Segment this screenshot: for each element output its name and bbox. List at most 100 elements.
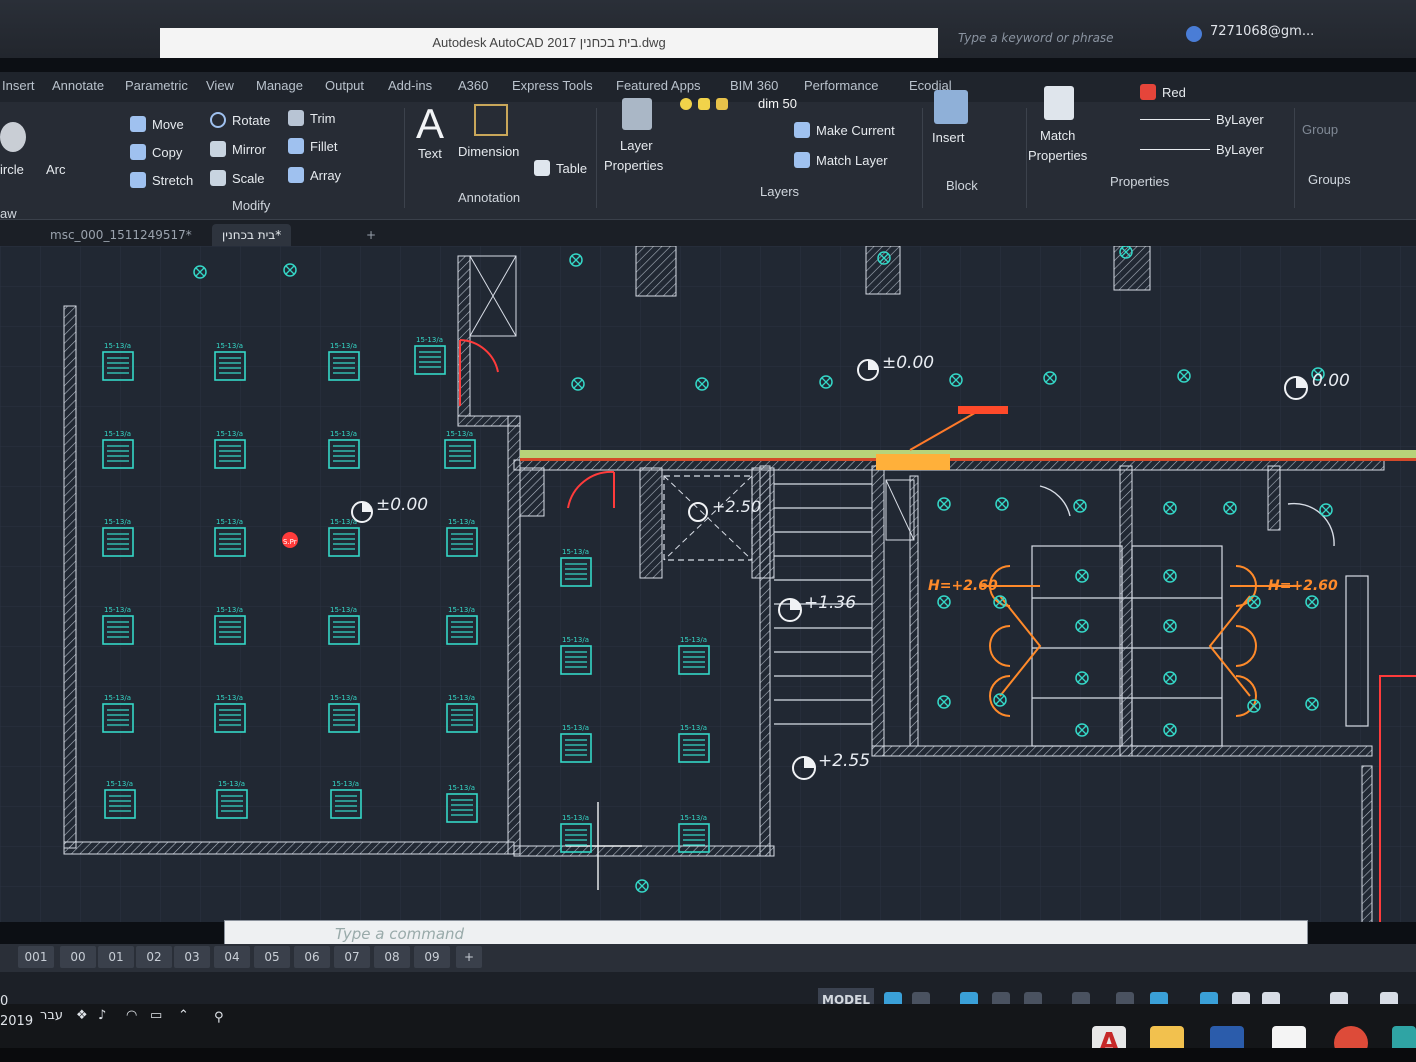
user-name[interactable]: 7271068@gm... xyxy=(1210,24,1314,39)
fixture-label: 15-13/a xyxy=(104,606,131,614)
fixture-label: 15-13/a xyxy=(330,518,357,526)
move-icon xyxy=(130,116,146,132)
floor-plan[interactable]: 15-13/a 15-13/a 15-13/a 15-13/a 15-13/a 15-13… xyxy=(0,246,1416,922)
tab-view[interactable]: View xyxy=(206,78,234,93)
layout-tab[interactable]: 03 xyxy=(174,946,210,968)
fillet-button[interactable]: Fillet xyxy=(288,138,337,154)
trim-button[interactable]: Trim xyxy=(288,110,336,126)
rotate-button[interactable]: Rotate xyxy=(210,112,270,128)
add-layout-button[interactable]: + xyxy=(456,946,482,968)
clock-time: 0 xyxy=(0,994,9,1009)
draw-panel-label[interactable]: aw xyxy=(0,206,17,221)
fixture-label: 15-13/a xyxy=(680,724,707,732)
insert-button[interactable]: Insert xyxy=(932,130,965,145)
layout-tab[interactable]: 07 xyxy=(334,946,370,968)
beam-marker xyxy=(876,454,950,470)
separator xyxy=(1294,108,1295,208)
layer-properties-label-2[interactable]: Properties xyxy=(604,158,663,173)
match-properties-label-2[interactable]: Properties xyxy=(1028,148,1087,163)
layout-tab[interactable]: 04 xyxy=(214,946,250,968)
tab-featured-apps[interactable]: Featured Apps xyxy=(616,78,701,93)
new-tab-button[interactable]: + xyxy=(356,224,386,246)
match-properties-label-1[interactable]: Match xyxy=(1040,128,1075,143)
volume-icon[interactable]: ♪ xyxy=(98,1008,106,1023)
move-button[interactable]: Move xyxy=(130,116,184,132)
copy-button[interactable]: Copy xyxy=(130,144,182,160)
battery-icon[interactable]: ▭ xyxy=(150,1008,162,1023)
file-tab-active[interactable]: בית בכחנין* xyxy=(212,224,292,246)
block-panel-label[interactable]: Block xyxy=(946,178,978,193)
svg-text:±0.00: ±0.00 xyxy=(882,353,934,373)
layer-dropdown[interactable]: dim 50 xyxy=(680,96,797,111)
lineweight-dropdown[interactable]: ByLayer xyxy=(1140,142,1264,157)
scale-button[interactable]: Scale xyxy=(210,170,265,186)
chevron-up-icon[interactable]: ⌃ xyxy=(178,1008,189,1023)
svg-text:+2.50: +2.50 xyxy=(712,497,761,516)
annotation-panel-label[interactable]: Annotation xyxy=(458,190,520,205)
dimension-button[interactable]: Dimension xyxy=(458,144,519,159)
svg-text:+1.36: +1.36 xyxy=(804,593,856,613)
layout-tabs xyxy=(0,944,1416,972)
separator xyxy=(922,108,923,208)
tab-express-tools[interactable]: Express Tools xyxy=(512,78,593,93)
circle-label[interactable]: ircle xyxy=(0,162,24,177)
wifi-icon[interactable]: ◠ xyxy=(126,1008,137,1023)
layout-tab[interactable]: 001 xyxy=(18,946,54,968)
modify-panel-label[interactable]: Modify xyxy=(232,198,270,213)
circle-icon[interactable] xyxy=(0,122,26,152)
make-current-button[interactable]: Make Current xyxy=(794,122,895,138)
layers-panel-label[interactable]: Layers xyxy=(760,184,799,199)
line-sample xyxy=(1140,119,1210,120)
search-input[interactable]: Type a keyword or phrase xyxy=(950,26,1170,50)
user-icon[interactable] xyxy=(1186,26,1202,42)
layout-tab[interactable]: 01 xyxy=(98,946,134,968)
tab-annotate[interactable]: Annotate xyxy=(52,78,104,93)
match-layer-button[interactable]: Match Layer xyxy=(794,152,888,168)
layout-tab[interactable]: 06 xyxy=(294,946,330,968)
layout-tab[interactable]: 02 xyxy=(136,946,172,968)
linetype-dropdown[interactable]: ByLayer xyxy=(1140,112,1264,127)
scale-icon xyxy=(210,170,226,186)
tab-addins[interactable]: Add-ins xyxy=(388,78,432,93)
fixture-label: 15-13/a xyxy=(330,342,357,350)
table-icon xyxy=(534,160,550,176)
tab-parametric[interactable]: Parametric xyxy=(125,78,188,93)
text-icon[interactable]: A xyxy=(416,100,444,148)
mirror-button[interactable]: Mirror xyxy=(210,141,266,157)
fixture-label: 15-13/a xyxy=(680,814,707,822)
array-button[interactable]: Array xyxy=(288,167,341,183)
layout-tab[interactable]: 08 xyxy=(374,946,410,968)
layer-properties-label-1[interactable]: Layer xyxy=(620,138,653,153)
text-button[interactable]: Text xyxy=(418,146,442,161)
tab-output[interactable]: Output xyxy=(325,78,364,93)
fillet-icon xyxy=(288,138,304,154)
stretch-button[interactable]: Stretch xyxy=(130,172,193,188)
layout-tab[interactable]: 05 xyxy=(254,946,290,968)
table-button[interactable]: Table xyxy=(534,160,587,176)
people-icon[interactable]: ⚲ xyxy=(214,1010,224,1025)
tab-bim360[interactable]: BIM 360 xyxy=(730,78,778,93)
layout-tab[interactable]: 00 xyxy=(60,946,96,968)
svg-text:±0.00: ±0.00 xyxy=(376,495,428,515)
groups-panel-label[interactable]: Groups xyxy=(1308,172,1351,187)
arc-label[interactable]: Arc xyxy=(46,162,66,177)
group-button[interactable]: Group xyxy=(1302,122,1338,137)
beam-edge xyxy=(520,458,1416,461)
file-tab[interactable]: msc_000_1511249517* xyxy=(40,224,202,246)
tab-manage[interactable]: Manage xyxy=(256,78,303,93)
fixture-label: 15-13/a xyxy=(448,694,475,702)
fixture-label: 15-13/a xyxy=(216,694,243,702)
color-dropdown[interactable]: Red xyxy=(1140,84,1186,100)
stretch-icon xyxy=(130,172,146,188)
fixture-label: 15-13/a xyxy=(448,606,475,614)
fixture-label: 15-13/a xyxy=(330,606,357,614)
tab-a360[interactable]: A360 xyxy=(458,78,488,93)
properties-panel-label[interactable]: Properties xyxy=(1110,174,1169,189)
tab-performance[interactable]: Performance xyxy=(804,78,878,93)
dropbox-icon[interactable]: ❖ xyxy=(76,1008,88,1023)
drawing-canvas[interactable]: 15-13/a 15-13/a 15-13/a 15-13/a 15-13/a 15-13… xyxy=(0,246,1416,922)
layout-tab[interactable]: 09 xyxy=(414,946,450,968)
tab-insert[interactable]: Insert xyxy=(2,78,35,93)
language-indicator[interactable]: עבר xyxy=(40,1008,63,1023)
fixture-label: 15-13/a xyxy=(218,780,245,788)
